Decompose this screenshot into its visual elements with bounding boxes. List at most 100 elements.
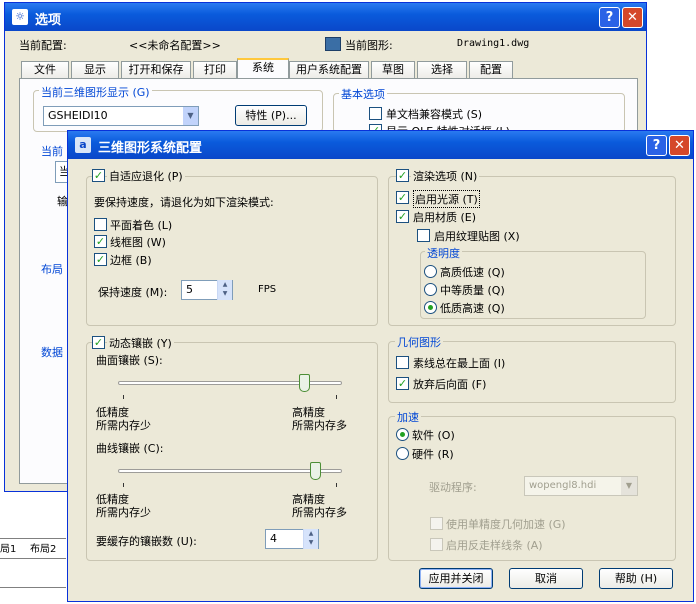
tab-user-preferences[interactable]: 用户系统配置 xyxy=(289,61,369,79)
curve-tessellation-track[interactable] xyxy=(118,469,342,473)
adaptive-degradation-dialog: a 三维图形系统配置 ? ✕ ✓ 自适应退化 (P) 要保持速度，请退化为如下渲… xyxy=(67,130,694,602)
enable-lights-label: 启用光源 (T) xyxy=(413,190,480,208)
maintain-speed-label: 保持速度 (M): xyxy=(98,286,168,299)
options-titlebar[interactable]: ☼ 选项 ? ✕ xyxy=(5,3,646,31)
adaptive-degradation-checkbox[interactable]: ✓ xyxy=(92,169,105,182)
low-quality-label: 低质高速 (Q) xyxy=(440,302,505,315)
flat-shaded-checkbox[interactable] xyxy=(94,218,107,231)
group-layout-partial: 布局 xyxy=(39,261,65,277)
curve-less-memory: 所需内存少 xyxy=(96,506,151,519)
options-title: 选项 xyxy=(35,13,62,28)
dynamic-tessellation-label: 动态镶嵌 (Y) xyxy=(107,335,174,351)
help-button[interactable]: 帮助 (H) xyxy=(599,568,673,589)
render-options-checkbox[interactable]: ✓ xyxy=(396,169,409,182)
enable-materials-label: 启用材质 (E) xyxy=(413,211,477,224)
enable-texture-maps-label: 启用纹理贴图 (X) xyxy=(434,230,520,243)
keep-speed-text: 要保持速度，请退化为如下渲染模式: xyxy=(94,196,274,209)
single-doc-label: 单文档兼容模式 (S) xyxy=(386,108,483,121)
tab-profiles[interactable]: 配置 xyxy=(469,61,513,79)
antialias-label: 启用反走样线条 (A) xyxy=(446,539,543,552)
graphics-driver-select[interactable]: GSHEIDI10 xyxy=(43,106,199,126)
single-precision-label: 使用单精度几何加速 (G) xyxy=(446,518,566,531)
curve-tick-left xyxy=(123,483,124,487)
medium-quality-label: 中等质量 (Q) xyxy=(440,284,505,297)
autocad-icon: a xyxy=(75,137,91,153)
app-icon: ☼ xyxy=(12,9,28,25)
tab-file[interactable]: 文件 xyxy=(21,61,69,79)
antialias-checkbox[interactable] xyxy=(430,538,443,551)
high-quality-label: 高质低速 (Q) xyxy=(440,266,505,279)
current-drawing-value: Drawing1.dwg xyxy=(457,38,530,49)
tab-open-save[interactable]: 打开和保存 xyxy=(121,61,191,79)
software-radio[interactable] xyxy=(396,428,409,441)
current-config-value: <<未命名配置>> xyxy=(129,39,221,52)
fps-label: FPS xyxy=(258,284,277,295)
group-3d-display-label: 当前三维图形显示 (G) xyxy=(39,84,152,100)
cached-tessellations-spinner[interactable]: ▲ ▼ xyxy=(303,529,318,549)
surface-tick-left xyxy=(123,395,124,399)
adaptive-close-title-button[interactable]: ✕ xyxy=(669,135,690,156)
group-database-partial: 数据 xyxy=(39,344,65,360)
adaptive-degradation-label: 自适应退化 (P) xyxy=(107,168,185,184)
driver-chevron-down-icon[interactable]: ▼ xyxy=(621,477,637,495)
adaptive-title: 三维图形系统配置 xyxy=(98,141,203,156)
surface-more-memory: 所需内存多 xyxy=(292,419,347,432)
discard-backfaces-checkbox[interactable]: ✓ xyxy=(396,377,409,390)
wireframe-label: 线框图 (W) xyxy=(110,236,166,249)
adaptive-titlebar[interactable]: a 三维图形系统配置 ? ✕ xyxy=(68,131,693,159)
cached-tessellations-label: 要缓存的镶嵌数 (U): xyxy=(96,535,197,548)
current-config-label: 当前配置: xyxy=(19,39,67,52)
tab-drafting[interactable]: 草图 xyxy=(371,61,415,79)
current-drawing-label: 当前图形: xyxy=(345,39,393,52)
edges-checkbox[interactable]: ✓ xyxy=(94,253,107,266)
maintain-speed-spinner[interactable]: ▲ ▼ xyxy=(217,280,232,300)
enable-lights-checkbox[interactable]: ✓ xyxy=(396,191,409,204)
acceleration-label: 加速 xyxy=(395,409,421,425)
hardware-radio[interactable] xyxy=(396,447,409,460)
surface-less-memory: 所需内存少 xyxy=(96,419,151,432)
isolines-on-top-label: 素线总在最上面 (I) xyxy=(413,357,506,370)
tab-display[interactable]: 显示 xyxy=(71,61,119,79)
help-title-button[interactable]: ? xyxy=(599,7,620,28)
close-title-button[interactable]: ✕ xyxy=(622,7,643,28)
flat-shaded-label: 平面着色 (L) xyxy=(110,219,173,232)
group-geometry xyxy=(388,341,676,403)
software-label: 软件 (O) xyxy=(412,429,455,442)
surface-tick-right xyxy=(336,395,337,399)
low-quality-radio[interactable] xyxy=(424,301,437,314)
curve-more-memory: 所需内存多 xyxy=(292,506,347,519)
tab-plot[interactable]: 打印 xyxy=(193,61,237,79)
curve-tessellation-label: 曲线镶嵌 (C): xyxy=(96,442,164,455)
cancel-button[interactable]: 取消 xyxy=(509,568,583,589)
chevron-down-icon[interactable]: ▼ xyxy=(183,107,198,125)
geometry-label: 几何图形 xyxy=(395,334,443,350)
group-basic-options-label: 基本选项 xyxy=(339,86,387,102)
render-options-label: 渲染选项 (N) xyxy=(411,168,480,184)
layout-tab-1[interactable]: 局1 xyxy=(0,540,16,555)
curve-tessellation-slider[interactable] xyxy=(309,462,321,480)
enable-texture-maps-checkbox[interactable] xyxy=(417,229,430,242)
dynamic-tessellation-checkbox[interactable]: ✓ xyxy=(92,336,105,349)
medium-quality-radio[interactable] xyxy=(424,283,437,296)
adaptive-help-title-button[interactable]: ? xyxy=(646,135,667,156)
wireframe-checkbox[interactable]: ✓ xyxy=(94,235,107,248)
properties-button[interactable]: 特性 (P)... xyxy=(235,105,307,126)
apply-close-button[interactable]: 应用并关闭 xyxy=(419,568,493,589)
enable-materials-checkbox[interactable]: ✓ xyxy=(396,210,409,223)
tab-selection[interactable]: 选择 xyxy=(417,61,467,79)
layout-tab-2[interactable]: 布局2 xyxy=(30,540,56,555)
surface-tessellation-slider[interactable] xyxy=(299,374,311,392)
tab-system[interactable]: 系统 xyxy=(237,58,289,80)
curve-tick-right xyxy=(336,483,337,487)
drawing-icon xyxy=(325,37,341,51)
single-precision-checkbox[interactable] xyxy=(430,517,443,530)
driver-label: 驱动程序: xyxy=(429,481,477,494)
surface-tessellation-label: 曲面镶嵌 (S): xyxy=(96,354,163,367)
command-line-area xyxy=(0,558,66,588)
transparency-label: 透明度 xyxy=(425,245,462,261)
isolines-on-top-checkbox[interactable] xyxy=(396,356,409,369)
high-quality-radio[interactable] xyxy=(424,265,437,278)
single-doc-checkbox[interactable] xyxy=(369,107,382,120)
hardware-label: 硬件 (R) xyxy=(412,448,454,461)
edges-label: 边框 (B) xyxy=(110,254,152,267)
